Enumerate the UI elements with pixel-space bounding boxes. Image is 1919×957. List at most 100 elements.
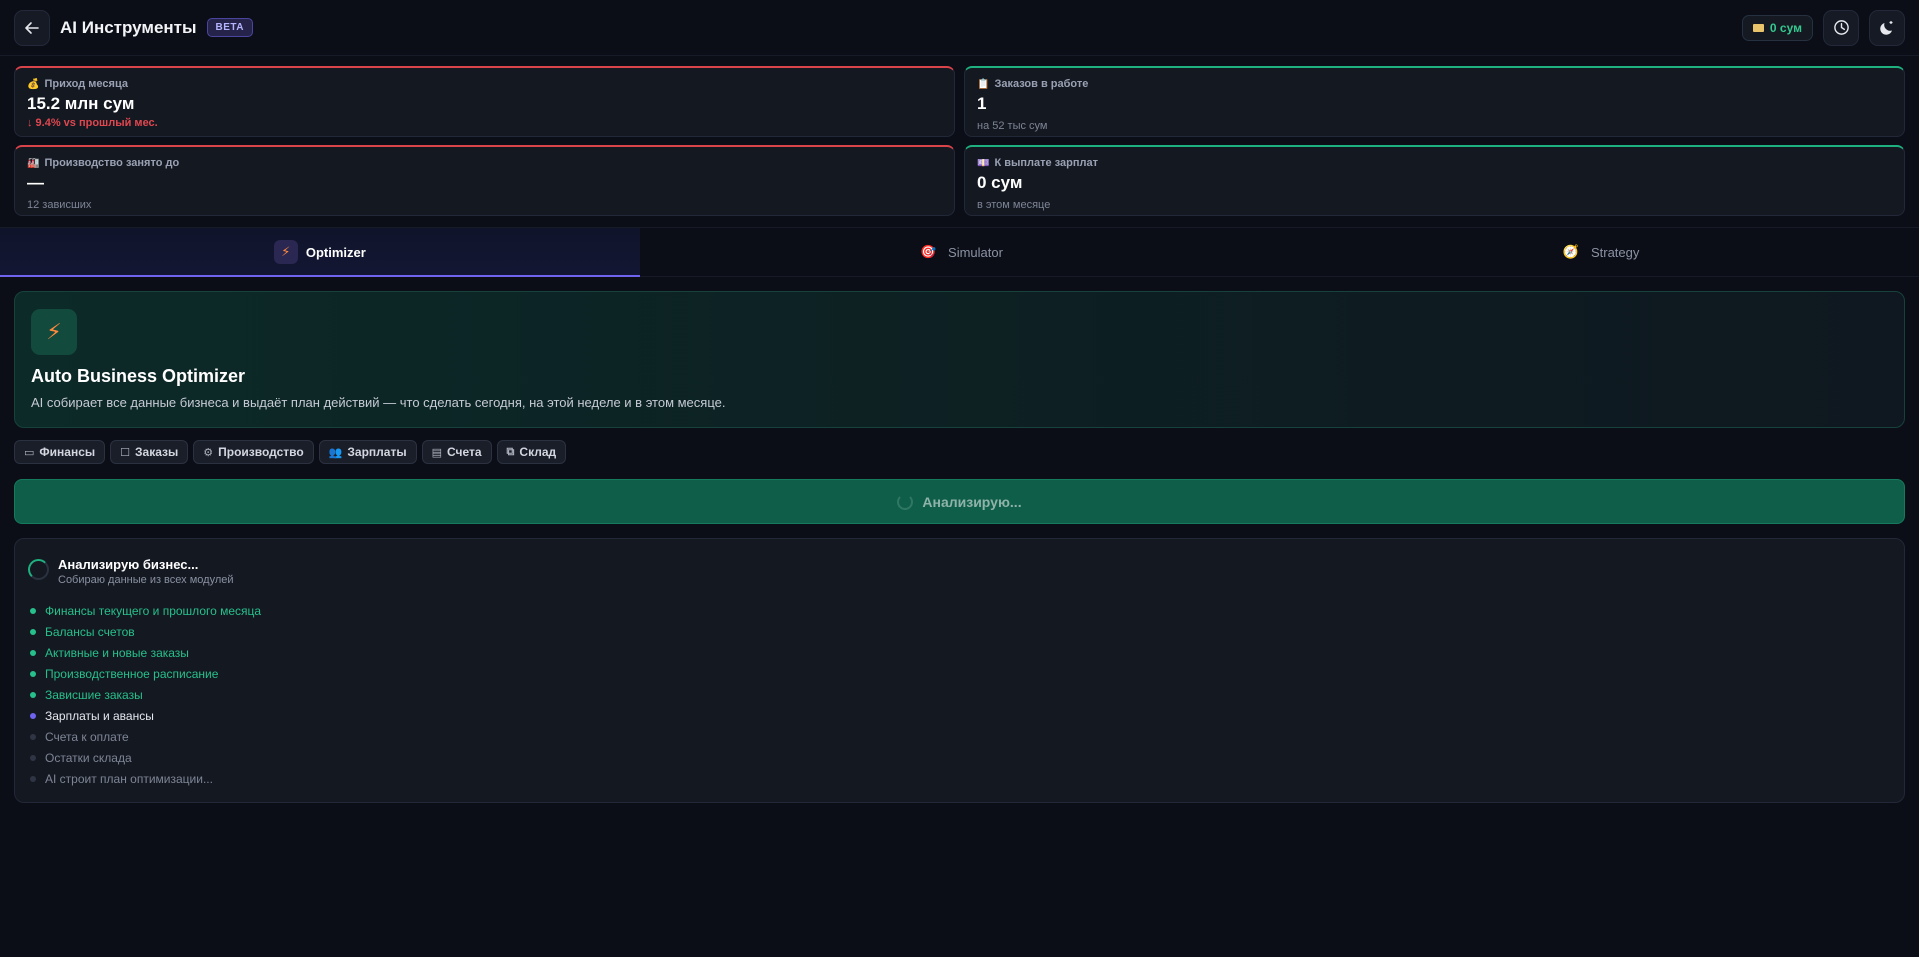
kpi-sub: 12 зависших: [27, 199, 92, 211]
step-label: AI строит план оптимизации...: [45, 771, 213, 786]
money-bag-icon: 💰: [27, 78, 40, 90]
kpi-delta: ↓ 9.4% vs прошлый мес.: [27, 117, 158, 129]
step-item: Остатки склада: [28, 747, 1891, 768]
kpi-value: 1: [977, 94, 987, 113]
kpi-card-salaries[interactable]: 💷 К выплате зарплат 0 сум в этом месяце: [964, 145, 1905, 216]
back-button[interactable]: [14, 9, 50, 46]
status-dot-icon: [30, 712, 36, 719]
balance-pill[interactable]: 0 сум: [1741, 14, 1813, 41]
chip-label: Финансы: [39, 445, 96, 459]
chip-label: Зарплаты: [347, 445, 407, 459]
chip-production[interactable]: ⚙ Производство: [193, 440, 314, 464]
kpi-sub: в этом месяце: [977, 199, 1051, 211]
module-chips: ▭ Финансы ☐ Заказы ⚙ Производство 👥 Зарплаты…: [0, 428, 1919, 464]
document-icon: ▤: [431, 446, 442, 459]
optimizer-hero: ⚡ Auto Business Optimizer AI собирает вс…: [14, 291, 1905, 428]
tab-label: Simulator: [948, 244, 1003, 260]
clock-icon: [1833, 20, 1849, 35]
step-label: Зарплаты и авансы: [45, 708, 154, 723]
kpi-value: —: [27, 173, 44, 192]
theme-toggle-button[interactable]: [1869, 9, 1905, 46]
step-item: Финансы текущего и прошлого месяца: [28, 600, 1891, 621]
page-title: AI Инструменты: [60, 17, 197, 37]
lightning-icon: ⚡: [273, 240, 298, 264]
tab-bar: ⚡ Optimizer 🎯 Simulator 🧭 Strategy: [0, 227, 1919, 277]
step-label: Счета к оплате: [45, 729, 129, 744]
step-label: Зависшие заказы: [45, 687, 143, 702]
lightning-icon: ⚡: [31, 309, 77, 355]
arrow-left-icon: [25, 21, 39, 34]
beta-badge: BETA: [206, 18, 254, 37]
step-item: AI строит план оптимизации...: [28, 768, 1891, 789]
step-item: Зарплаты и авансы: [28, 705, 1891, 726]
step-item: Балансы счетов: [28, 621, 1891, 642]
factory-icon: 🏭: [27, 157, 40, 169]
history-button[interactable]: [1823, 9, 1859, 46]
progress-title: Анализирую бизнес...: [58, 557, 199, 572]
status-dot-icon: [30, 775, 36, 782]
progress-subtitle: Собираю данные из всех модулей: [58, 574, 234, 586]
clipboard-icon: 📋: [977, 78, 990, 90]
chip-label: Заказы: [135, 445, 179, 459]
step-item: Счета к оплате: [28, 726, 1891, 747]
kpi-card-income[interactable]: 💰 Приход месяца 15.2 млн сум ↓ 9.4% vs пр…: [14, 66, 955, 137]
analyze-button[interactable]: Анализирую...: [14, 479, 1905, 524]
kpi-label: Заказов в работе: [994, 78, 1089, 90]
kpi-label: К выплате зарплат: [994, 157, 1098, 169]
step-item: Активные и новые заказы: [28, 642, 1891, 663]
moon-icon: [1880, 20, 1893, 35]
card-icon: [1752, 23, 1764, 32]
top-bar: AI Инструменты BETA 0 сум: [0, 0, 1919, 56]
status-dot-icon: [30, 691, 36, 698]
target-icon: 🎯: [919, 244, 937, 259]
tab-simulator[interactable]: 🎯 Simulator: [640, 228, 1280, 276]
step-label: Финансы текущего и прошлого месяца: [45, 603, 262, 618]
status-dot-icon: [30, 628, 36, 635]
step-label: Остатки склада: [45, 750, 132, 765]
kpi-label: Производство занято до: [44, 157, 180, 169]
progress-steps: Финансы текущего и прошлого месяца Балан…: [28, 600, 1891, 789]
users-icon: 👥: [328, 446, 343, 459]
kpi-card-production[interactable]: 🏭 Производство занято до — 12 зависших: [14, 145, 955, 216]
spinner-icon: [897, 493, 914, 510]
status-dot-icon: [30, 733, 36, 740]
step-item: Зависшие заказы: [28, 684, 1891, 705]
hero-title: Auto Business Optimizer: [31, 366, 246, 386]
chip-label: Счета: [447, 445, 482, 459]
tab-label: Optimizer: [305, 244, 366, 260]
status-dot-icon: [30, 670, 36, 677]
box-icon: ☐: [120, 446, 130, 459]
kpi-label: Приход месяца: [44, 78, 128, 90]
tab-strategy[interactable]: 🧭 Strategy: [1279, 228, 1919, 276]
chip-orders[interactable]: ☐ Заказы: [110, 440, 189, 464]
cash-icon: 💷: [977, 157, 990, 169]
hero-description: AI собирает все данные бизнеса и выдаёт …: [31, 395, 726, 410]
kpi-card-orders[interactable]: 📋 Заказов в работе 1 на 52 тыс сум: [964, 66, 1905, 137]
kpi-grid: 💰 Приход месяца 15.2 млн сум ↓ 9.4% vs пр…: [0, 56, 1919, 226]
chip-invoices[interactable]: ▤ Счета: [421, 440, 492, 464]
chip-warehouse[interactable]: ⧉ Склад: [496, 440, 567, 464]
tab-optimizer[interactable]: ⚡ Optimizer: [0, 228, 640, 277]
status-dot-icon: [30, 754, 36, 761]
tab-label: Strategy: [1590, 244, 1640, 260]
step-label: Активные и новые заказы: [45, 645, 189, 660]
wallet-icon: ▭: [24, 446, 35, 459]
step-label: Балансы счетов: [45, 624, 135, 639]
compass-icon: 🧭: [1562, 244, 1580, 259]
step-item: Производственное расписание: [28, 663, 1891, 684]
loading-spinner-icon: [28, 559, 49, 580]
status-dot-icon: [30, 607, 36, 614]
step-label: Производственное расписание: [45, 666, 219, 681]
analysis-progress-panel: Анализирую бизнес... Собираю данные из в…: [14, 538, 1905, 803]
chip-label: Производство: [218, 445, 304, 459]
kpi-value: 15.2 млн сум: [27, 94, 135, 113]
chip-finance[interactable]: ▭ Финансы: [14, 440, 106, 464]
analyze-button-label: Анализирую...: [922, 493, 1022, 510]
balance-value: 0 сум: [1769, 20, 1802, 35]
kpi-sub: на 52 тыс сум: [977, 120, 1048, 132]
chip-salaries[interactable]: 👥 Зарплаты: [318, 440, 417, 464]
gear-icon: ⚙: [203, 446, 214, 459]
chip-label: Склад: [519, 445, 557, 459]
boxes-icon: ⧉: [506, 445, 515, 458]
kpi-value: 0 сум: [977, 173, 1023, 192]
